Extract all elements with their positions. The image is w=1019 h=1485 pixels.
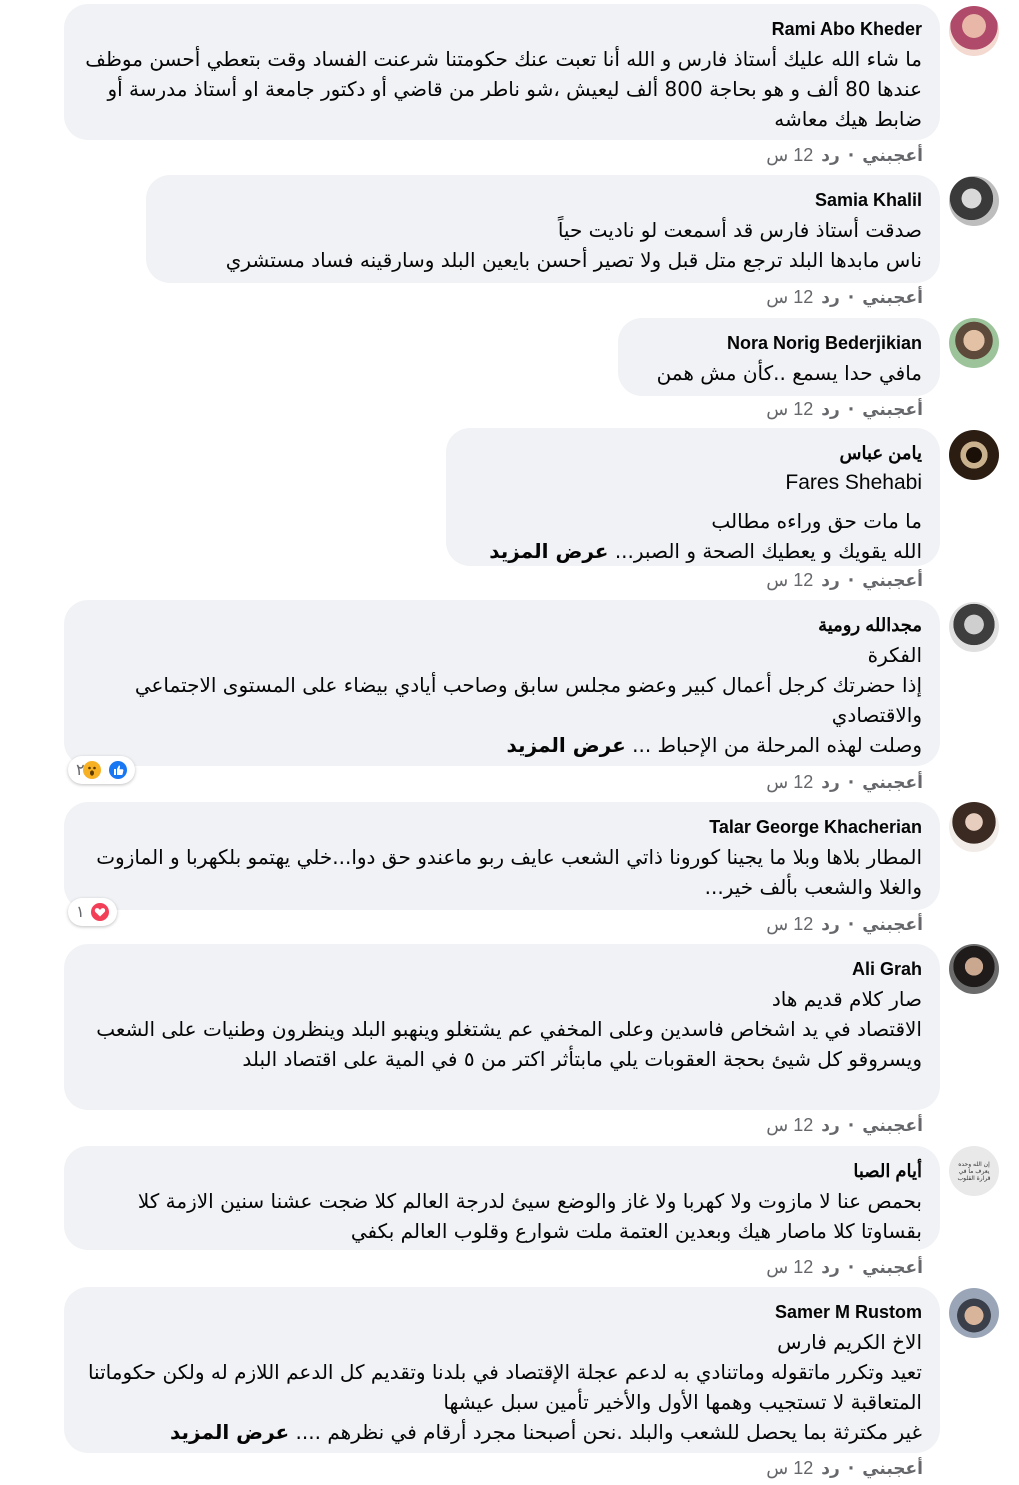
- reactions-count: ١: [76, 904, 85, 921]
- avatar[interactable]: [949, 944, 999, 994]
- comment-author[interactable]: مجدالله رومية: [82, 614, 922, 636]
- comment-actions: أعجبني · رد 12 س: [766, 914, 923, 935]
- like-button[interactable]: أعجبني: [862, 571, 923, 591]
- reactions-summary[interactable]: ٢: [68, 756, 135, 784]
- separator: ·: [847, 145, 855, 166]
- comment-author[interactable]: Samia Khalil: [164, 189, 922, 211]
- comment-actions: أعجبني · رد 12 س: [766, 772, 923, 793]
- reply-button[interactable]: رد: [821, 1459, 840, 1479]
- comment-actions: أعجبني · رد 12 س: [766, 1115, 923, 1136]
- see-more-link[interactable]: عرض المزيد: [170, 1420, 289, 1444]
- love-reaction-icon: [88, 901, 111, 923]
- like-button[interactable]: أعجبني: [862, 146, 923, 166]
- timestamp[interactable]: 12 س: [766, 1257, 813, 1278]
- reply-button[interactable]: رد: [821, 571, 840, 591]
- comment-text: بحمص عنا لا مازوت ولا كهربا ولا غاز والو…: [137, 1189, 922, 1243]
- comment-actions: أعجبني · رد 12 س: [766, 399, 923, 420]
- comment-text: الاخ الكريم فارس تعيد وتكرر ماتقوله ومات…: [82, 1327, 922, 1447]
- comment-text: صدقت أستاذ فارس قد أسمعت لو ناديت حياً ن…: [225, 218, 922, 272]
- timestamp[interactable]: 12 س: [766, 772, 813, 793]
- avatar[interactable]: [949, 1288, 999, 1338]
- reply-button[interactable]: رد: [821, 400, 840, 420]
- comment-author[interactable]: يامن عباس: [464, 442, 922, 464]
- comment-author[interactable]: Ali Grah: [82, 958, 922, 980]
- comment-author[interactable]: Samer M Rustom: [82, 1301, 922, 1323]
- timestamp[interactable]: 12 س: [766, 914, 813, 935]
- comment-bubble: Talar George Khacherian المطار بلاها وبل…: [64, 802, 940, 910]
- comment-text: Fares Shehabi ما مات حق وراءه مطالب الله …: [464, 468, 922, 566]
- like-button[interactable]: أعجبني: [862, 400, 923, 420]
- avatar-caption: إن الله وحده يعرف ما في قرارة القلوب: [957, 1160, 991, 1182]
- reply-button[interactable]: رد: [821, 1258, 840, 1278]
- avatar[interactable]: [949, 430, 999, 480]
- reactions-count: ٢: [76, 762, 85, 779]
- comment-bubble: Ali Grah صار كلام قديم هاد الاقتصاد في ي…: [64, 944, 940, 1110]
- separator: ·: [847, 287, 855, 308]
- comment-bubble: يامن عباس Fares Shehabi ما مات حق وراءه م…: [446, 428, 940, 566]
- comment-bubble: أيام الصبا بحمص عنا لا مازوت ولا كهربا و…: [64, 1146, 940, 1250]
- comment-text: مافي حدا يسمع ..كأن مش همن: [656, 361, 922, 385]
- like-button[interactable]: أعجبني: [862, 1116, 923, 1136]
- reply-button[interactable]: رد: [821, 1116, 840, 1136]
- like-button[interactable]: أعجبني: [862, 1258, 923, 1278]
- like-button[interactable]: أعجبني: [862, 773, 923, 793]
- comment-text: صار كلام قديم هاد الاقتصاد في يد اشخاص ف…: [96, 987, 922, 1071]
- comment-actions: أعجبني · رد 12 س: [766, 287, 923, 308]
- like-button[interactable]: أعجبني: [862, 1459, 923, 1479]
- timestamp[interactable]: 12 س: [766, 287, 813, 308]
- separator: ·: [847, 914, 855, 935]
- comment-author[interactable]: أيام الصبا: [82, 1160, 922, 1182]
- comment-actions: أعجبني · رد 12 س: [766, 1458, 923, 1479]
- avatar[interactable]: [949, 176, 999, 226]
- separator: ·: [847, 1115, 855, 1136]
- comment-actions: أعجبني · رد 12 س: [766, 145, 923, 166]
- comment-actions: أعجبني · رد 12 س: [766, 1257, 923, 1278]
- reply-button[interactable]: رد: [821, 146, 840, 166]
- avatar[interactable]: [949, 318, 999, 368]
- comment-bubble: Nora Norig Bederjikian مافي حدا يسمع ..ك…: [618, 318, 940, 396]
- comment-text: ما شاء الله عليك أستاذ فارس و الله أنا ت…: [85, 47, 922, 131]
- like-button[interactable]: أعجبني: [862, 288, 923, 308]
- reply-button[interactable]: رد: [821, 773, 840, 793]
- comment-bubble: مجدالله رومية الفكرة إذا حضرتك كرجل أعما…: [64, 600, 940, 766]
- comment-bubble: Samia Khalil صدقت أستاذ فارس قد أسمعت لو…: [146, 175, 940, 283]
- avatar[interactable]: [949, 802, 999, 852]
- timestamp[interactable]: 12 س: [766, 1115, 813, 1136]
- separator: ·: [847, 399, 855, 420]
- timestamp[interactable]: 12 س: [766, 570, 813, 591]
- separator: ·: [847, 1257, 855, 1278]
- separator: ·: [847, 1458, 855, 1479]
- comment-author[interactable]: Talar George Khacherian: [82, 816, 922, 838]
- see-more-link[interactable]: عرض المزيد: [489, 539, 608, 563]
- timestamp[interactable]: 12 س: [766, 145, 813, 166]
- like-reaction-icon: [106, 759, 129, 781]
- comment-bubble: Rami Abo Kheder ما شاء الله عليك أستاذ ف…: [64, 4, 940, 140]
- separator: ·: [847, 772, 855, 793]
- like-button[interactable]: أعجبني: [862, 915, 923, 935]
- comment-actions: أعجبني · رد 12 س: [766, 570, 923, 591]
- comment-author[interactable]: Nora Norig Bederjikian: [636, 332, 922, 354]
- avatar[interactable]: [949, 602, 999, 652]
- reactions-summary[interactable]: ١: [68, 898, 117, 926]
- reply-button[interactable]: رد: [821, 288, 840, 308]
- timestamp[interactable]: 12 س: [766, 399, 813, 420]
- comment-body: ما مات حق وراءه مطالب الله يقويك و يعطيك…: [614, 509, 922, 563]
- separator: ·: [847, 570, 855, 591]
- comment-bubble: Samer M Rustom الاخ الكريم فارس تعيد وتك…: [64, 1287, 940, 1453]
- comment-text: المطار بلاها وبلا ما يجينا كورونا ذاتي ا…: [96, 845, 922, 899]
- mention-link[interactable]: Fares Shehabi: [464, 468, 922, 498]
- timestamp[interactable]: 12 س: [766, 1458, 813, 1479]
- reply-button[interactable]: رد: [821, 915, 840, 935]
- avatar[interactable]: إن الله وحده يعرف ما في قرارة القلوب: [949, 1146, 999, 1196]
- comment-author[interactable]: Rami Abo Kheder: [82, 18, 922, 40]
- comment-text: الفكرة إذا حضرتك كرجل أعمال كبير وعضو مج…: [82, 640, 922, 760]
- avatar[interactable]: [949, 6, 999, 56]
- see-more-link[interactable]: عرض المزيد: [507, 733, 626, 757]
